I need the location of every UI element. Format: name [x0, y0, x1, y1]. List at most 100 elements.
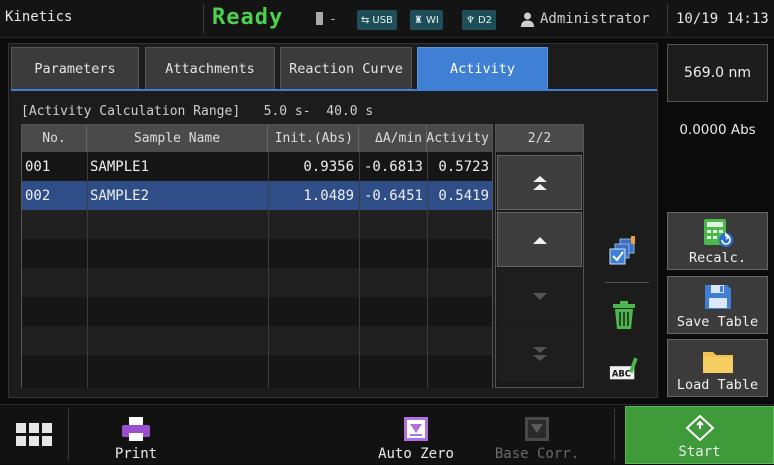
cell-no: 002 — [25, 187, 51, 204]
cell-indicator-value: - — [329, 12, 337, 27]
divider — [667, 4, 668, 34]
chevron-down-icon — [532, 292, 547, 300]
tab-attachments[interactable]: Attachments — [145, 47, 275, 89]
user-icon — [521, 12, 534, 27]
cell-sample-name: SAMPLE1 — [90, 158, 150, 175]
table-row-empty[interactable] — [22, 239, 492, 268]
folder-icon — [702, 352, 733, 373]
tab-underline — [11, 89, 657, 91]
auto-zero-icon — [404, 417, 428, 441]
table-row-empty[interactable] — [22, 355, 492, 388]
double-chevron-up-icon — [532, 175, 547, 190]
wavelength-button[interactable]: 569.0 nm — [667, 44, 768, 102]
multi-select-icon — [609, 236, 635, 265]
cell-init-abs: 0.9356 — [303, 158, 354, 175]
user-name: Administrator — [540, 11, 650, 27]
start-label: Start — [678, 444, 721, 460]
first-page-button[interactable] — [497, 155, 582, 210]
cell-delta-a-min: -0.6813 — [363, 158, 423, 175]
column-header-activity: Activity — [426, 125, 492, 152]
clock: 10/19 14:13 — [676, 11, 769, 27]
top-status-bar: Kinetics Ready - ⇆ USB ♜ WI ♆ D2 Administra… — [0, 0, 774, 38]
column-divider — [87, 152, 88, 388]
column-header-no: No. — [22, 125, 87, 152]
cell-holder-icon — [316, 12, 323, 25]
next-page-button[interactable] — [497, 269, 582, 324]
tab-parameters[interactable]: Parameters — [11, 47, 139, 89]
cell-no: 001 — [25, 158, 51, 175]
save-table-label: Save Table — [676, 314, 759, 330]
column-divider — [427, 152, 428, 388]
table-row-empty[interactable] — [22, 326, 492, 355]
auto-zero-label: Auto Zero — [378, 446, 454, 462]
table-row-empty[interactable] — [22, 210, 492, 239]
d2-chip: ♆ D2 — [462, 10, 497, 30]
cell-sample-name: SAMPLE2 — [90, 187, 150, 204]
recalc-label: Recalc. — [689, 250, 746, 266]
table-row-empty[interactable] — [22, 268, 492, 297]
prev-page-button[interactable] — [497, 212, 582, 267]
column-header-init-abs: Init.(Abs) — [268, 125, 359, 152]
absorbance-readout: 0.0000 Abs — [679, 122, 756, 138]
calculator-icon — [703, 219, 733, 247]
auto-zero-button[interactable]: Auto Zero — [366, 405, 466, 465]
table-row[interactable]: 001 SAMPLE1 0.9356 -0.6813 0.5723 — [22, 152, 492, 181]
print-label: Print — [114, 446, 158, 462]
last-page-button[interactable] — [497, 326, 582, 381]
text-edit-icon: ABC — [609, 357, 638, 380]
column-divider — [268, 152, 269, 388]
delete-button[interactable] — [609, 300, 639, 330]
save-table-button[interactable]: Save Table — [667, 276, 768, 334]
start-diamond-icon — [685, 415, 714, 441]
wi-chip-label: WI — [425, 14, 439, 26]
svg-text:ABC: ABC — [612, 369, 631, 379]
page-navigator: 2/2 — [495, 124, 584, 388]
print-button[interactable]: Print — [86, 405, 186, 465]
tab-activity[interactable]: Activity — [417, 47, 548, 89]
main-panel: Parameters Attachments Reaction Curve Ac… — [8, 43, 658, 398]
rename-button[interactable]: ABC — [609, 354, 639, 384]
cell-delta-a-min: -0.6451 — [363, 187, 423, 204]
calculation-range: [Activity Calculation Range] 5.0 s- 40.0… — [21, 104, 374, 119]
usb-icon: ⇆ — [361, 14, 370, 26]
status-text: Ready — [212, 5, 284, 30]
base-corr-button[interactable]: Base Corr. — [487, 405, 587, 465]
cell-indicator: - — [316, 12, 337, 27]
divider — [203, 4, 204, 34]
d2-lamp-icon: ♆ — [466, 14, 475, 26]
trash-icon — [613, 301, 635, 329]
divider — [68, 409, 69, 461]
printer-icon — [122, 417, 150, 441]
page-indicator: 2/2 — [496, 125, 583, 152]
usb-chip-label: USB — [372, 14, 393, 26]
app-title: Kinetics — [5, 9, 73, 25]
column-header-delta-a-min: ΔA/min — [359, 125, 427, 152]
cell-activity: 0.5419 — [438, 187, 489, 204]
divider — [614, 409, 615, 461]
grid-menu-icon — [16, 423, 52, 446]
table-row-selected[interactable]: 002 SAMPLE2 1.0489 -0.6451 0.5419 — [22, 181, 492, 210]
column-header-sample-name: Sample Name — [87, 125, 268, 152]
d2-chip-label: D2 — [477, 14, 493, 26]
menu-button[interactable] — [0, 405, 68, 465]
recalc-button[interactable]: Recalc. — [667, 212, 768, 270]
start-button[interactable]: Start — [625, 406, 774, 464]
base-correction-icon — [525, 417, 549, 441]
wi-icon: ♜ — [414, 14, 423, 26]
wi-chip: ♜ WI — [410, 10, 443, 30]
activity-table: No. Sample Name Init.(Abs) ΔA/min Activi… — [21, 124, 493, 388]
load-table-label: Load Table — [676, 377, 759, 393]
table-row-empty[interactable] — [22, 297, 492, 326]
column-divider — [359, 152, 360, 388]
tab-reaction-curve[interactable]: Reaction Curve — [280, 47, 412, 89]
select-rows-button[interactable] — [609, 236, 639, 266]
floppy-disk-icon — [704, 285, 731, 309]
base-corr-label: Base Corr. — [494, 446, 580, 462]
user-indicator: Administrator — [520, 11, 650, 27]
side-divider — [605, 282, 649, 283]
cell-init-abs: 1.0489 — [303, 187, 354, 204]
cell-activity: 0.5723 — [438, 158, 489, 175]
chevron-up-icon — [532, 236, 547, 244]
load-table-button[interactable]: Load Table — [667, 339, 768, 397]
usb-chip: ⇆ USB — [357, 10, 397, 30]
